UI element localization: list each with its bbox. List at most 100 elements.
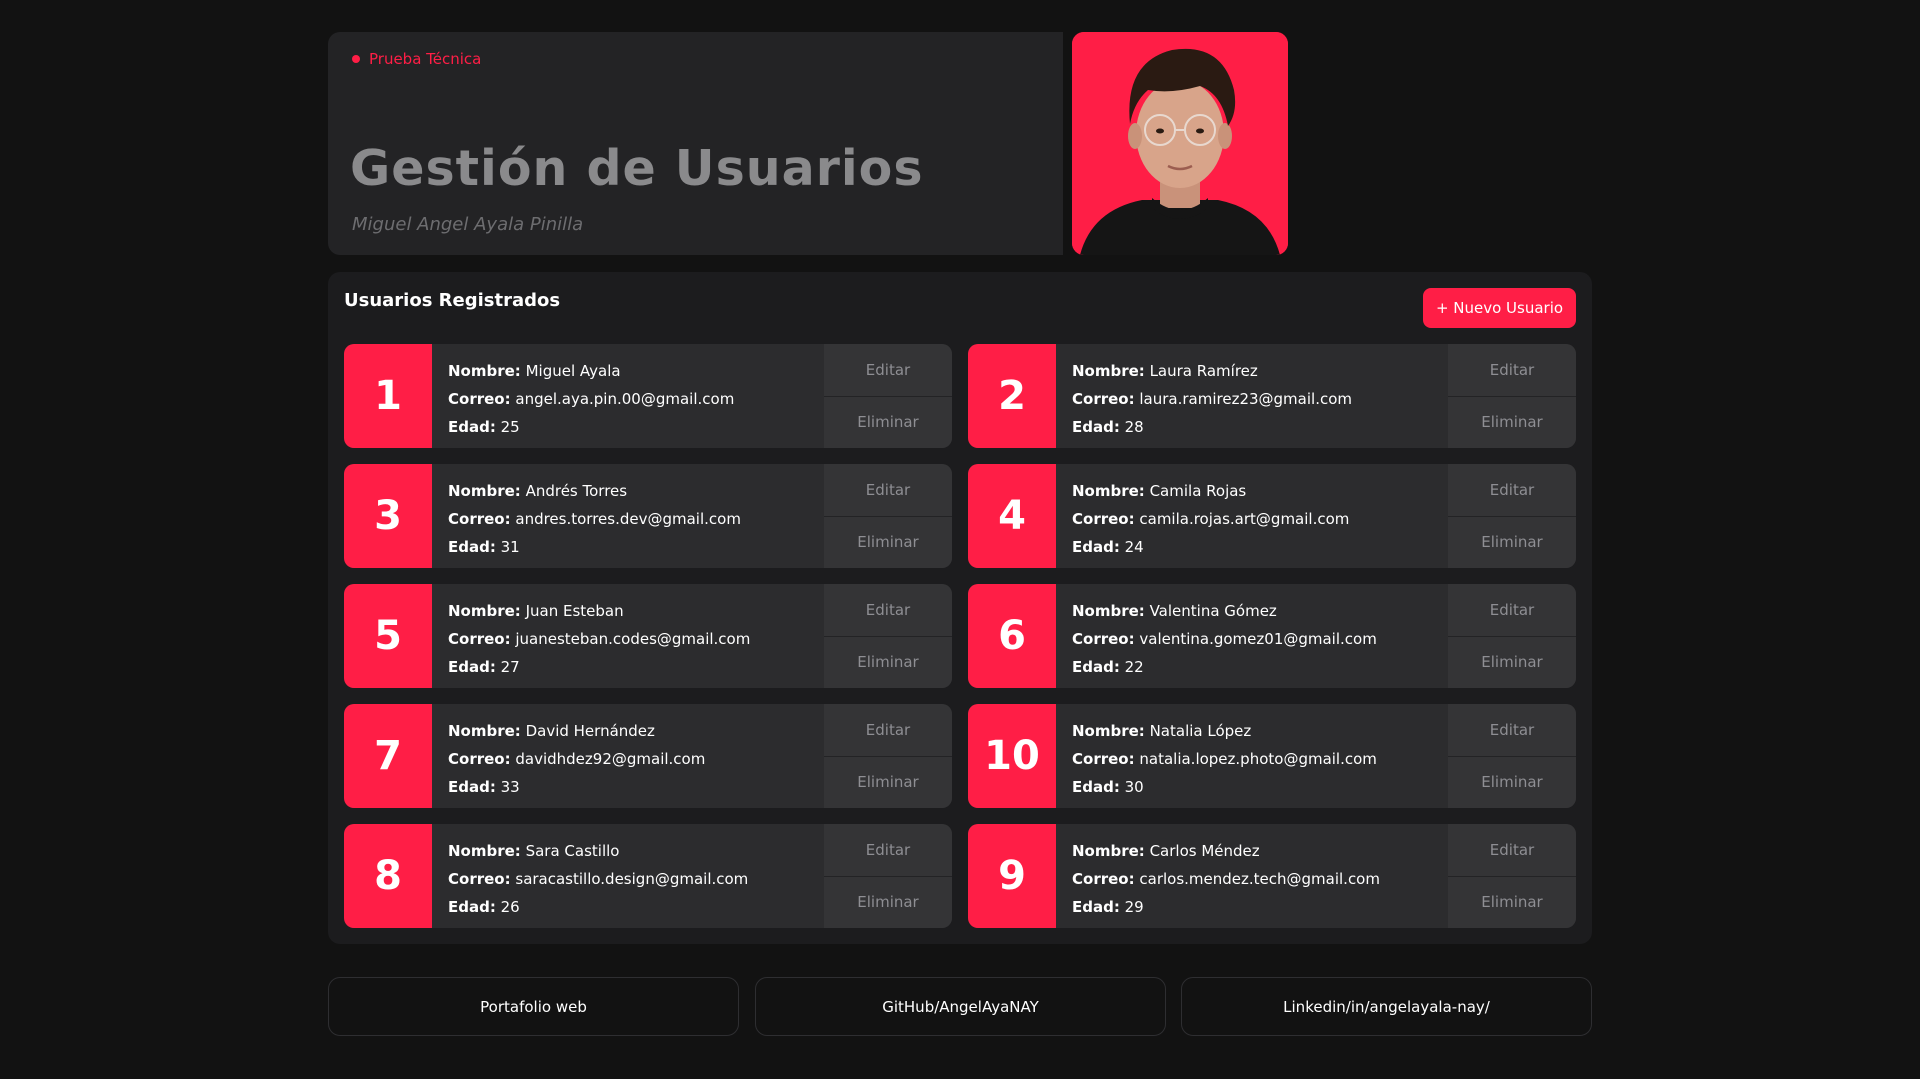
name-label: Nombre: — [448, 842, 521, 860]
email-row: Correo: valentina.gomez01@gmail.com — [1072, 625, 1448, 653]
user-name: Natalia López — [1149, 722, 1252, 740]
edit-button[interactable]: Editar — [824, 464, 952, 516]
delete-button[interactable]: Eliminar — [1448, 515, 1576, 569]
user-actions: Editar Eliminar — [824, 464, 952, 568]
user-email: davidhdez92@gmail.com — [515, 750, 706, 768]
email-row: Correo: laura.ramirez23@gmail.com — [1072, 385, 1448, 413]
profile-photo — [1072, 32, 1288, 255]
age-row: Edad: 28 — [1072, 413, 1448, 441]
age-label: Edad: — [1072, 778, 1120, 796]
email-row: Correo: angel.aya.pin.00@gmail.com — [448, 385, 824, 413]
edit-button[interactable]: Editar — [1448, 344, 1576, 396]
age-label: Edad: — [1072, 418, 1120, 436]
age-row: Edad: 27 — [448, 653, 824, 681]
user-actions: Editar Eliminar — [1448, 584, 1576, 688]
user-actions: Editar Eliminar — [1448, 704, 1576, 808]
name-label: Nombre: — [1072, 722, 1145, 740]
user-name: Juan Esteban — [525, 602, 624, 620]
edit-button[interactable]: Editar — [824, 704, 952, 756]
name-label: Nombre: — [1072, 482, 1145, 500]
edit-button[interactable]: Editar — [1448, 584, 1576, 636]
user-actions: Editar Eliminar — [824, 584, 952, 688]
users-panel: Usuarios Registrados + Nuevo Usuario 1 N… — [328, 272, 1592, 944]
name-label: Nombre: — [1072, 602, 1145, 620]
user-name: Laura Ramírez — [1149, 362, 1258, 380]
delete-button[interactable]: Eliminar — [824, 755, 952, 809]
email-label: Correo: — [448, 510, 511, 528]
name-row: Nombre: Natalia López — [1072, 717, 1448, 745]
new-user-button[interactable]: + Nuevo Usuario — [1423, 288, 1576, 328]
user-name: Miguel Ayala — [525, 362, 621, 380]
age-row: Edad: 25 — [448, 413, 824, 441]
page-title: Gestión de Usuarios — [350, 140, 924, 197]
user-actions: Editar Eliminar — [824, 824, 952, 928]
tag-label: Prueba Técnica — [369, 50, 482, 68]
user-email: carlos.mendez.tech@gmail.com — [1139, 870, 1380, 888]
user-number: 4 — [968, 464, 1056, 568]
user-email: juanesteban.codes@gmail.com — [515, 630, 751, 648]
user-info: Nombre: Valentina Gómez Correo: valentin… — [1056, 584, 1448, 688]
edit-button[interactable]: Editar — [1448, 704, 1576, 756]
delete-button[interactable]: Eliminar — [1448, 755, 1576, 809]
age-label: Edad: — [448, 538, 496, 556]
edit-button[interactable]: Editar — [1448, 824, 1576, 876]
email-row: Correo: juanesteban.codes@gmail.com — [448, 625, 824, 653]
email-label: Correo: — [1072, 390, 1135, 408]
name-label: Nombre: — [1072, 842, 1145, 860]
user-actions: Editar Eliminar — [824, 704, 952, 808]
user-age: 31 — [500, 538, 520, 556]
email-label: Correo: — [448, 870, 511, 888]
delete-button[interactable]: Eliminar — [1448, 875, 1576, 929]
age-label: Edad: — [448, 898, 496, 916]
age-label: Edad: — [448, 658, 496, 676]
edit-button[interactable]: Editar — [824, 344, 952, 396]
delete-button[interactable]: Eliminar — [824, 395, 952, 449]
user-email: andres.torres.dev@gmail.com — [515, 510, 741, 528]
user-age: 22 — [1124, 658, 1144, 676]
name-row: Nombre: Andrés Torres — [448, 477, 824, 505]
user-number: 7 — [344, 704, 432, 808]
edit-button[interactable]: Editar — [824, 584, 952, 636]
delete-button[interactable]: Eliminar — [1448, 635, 1576, 689]
user-card: 9 Nombre: Carlos Méndez Correo: carlos.m… — [968, 824, 1576, 928]
edit-button[interactable]: Editar — [824, 824, 952, 876]
user-email: camila.rojas.art@gmail.com — [1139, 510, 1350, 528]
edit-button[interactable]: Editar — [1448, 464, 1576, 516]
email-row: Correo: camila.rojas.art@gmail.com — [1072, 505, 1448, 533]
email-row: Correo: saracastillo.design@gmail.com — [448, 865, 824, 893]
header-card: Prueba Técnica Gestión de Usuarios Migue… — [328, 32, 1063, 255]
user-info: Nombre: Sara Castillo Correo: saracastil… — [432, 824, 824, 928]
email-label: Correo: — [1072, 750, 1135, 768]
user-number: 6 — [968, 584, 1056, 688]
delete-button[interactable]: Eliminar — [824, 875, 952, 929]
delete-button[interactable]: Eliminar — [824, 515, 952, 569]
name-row: Nombre: Laura Ramírez — [1072, 357, 1448, 385]
user-info: Nombre: Laura Ramírez Correo: laura.rami… — [1056, 344, 1448, 448]
user-info: Nombre: Miguel Ayala Correo: angel.aya.p… — [432, 344, 824, 448]
user-number: 9 — [968, 824, 1056, 928]
age-label: Edad: — [1072, 538, 1120, 556]
user-email: natalia.lopez.photo@gmail.com — [1139, 750, 1377, 768]
tag-badge: Prueba Técnica — [352, 50, 481, 68]
user-card: 5 Nombre: Juan Esteban Correo: juanesteb… — [344, 584, 952, 688]
user-number: 8 — [344, 824, 432, 928]
linkedin-link[interactable]: Linkedin/in/angelayala-nay/ — [1181, 977, 1592, 1036]
user-info: Nombre: Natalia López Correo: natalia.lo… — [1056, 704, 1448, 808]
user-card: 7 Nombre: David Hernández Correo: davidh… — [344, 704, 952, 808]
user-name: Carlos Méndez — [1149, 842, 1260, 860]
github-link[interactable]: GitHub/AngelAyaNAY — [755, 977, 1166, 1036]
name-row: Nombre: Juan Esteban — [448, 597, 824, 625]
email-row: Correo: natalia.lopez.photo@gmail.com — [1072, 745, 1448, 773]
age-row: Edad: 30 — [1072, 773, 1448, 801]
portfolio-link[interactable]: Portafolio web — [328, 977, 739, 1036]
user-card: 4 Nombre: Camila Rojas Correo: camila.ro… — [968, 464, 1576, 568]
user-age: 24 — [1124, 538, 1144, 556]
user-actions: Editar Eliminar — [1448, 344, 1576, 448]
delete-button[interactable]: Eliminar — [1448, 395, 1576, 449]
user-age: 33 — [500, 778, 520, 796]
user-number: 1 — [344, 344, 432, 448]
user-email: saracastillo.design@gmail.com — [515, 870, 749, 888]
user-actions: Editar Eliminar — [1448, 464, 1576, 568]
delete-button[interactable]: Eliminar — [824, 635, 952, 689]
user-number: 5 — [344, 584, 432, 688]
